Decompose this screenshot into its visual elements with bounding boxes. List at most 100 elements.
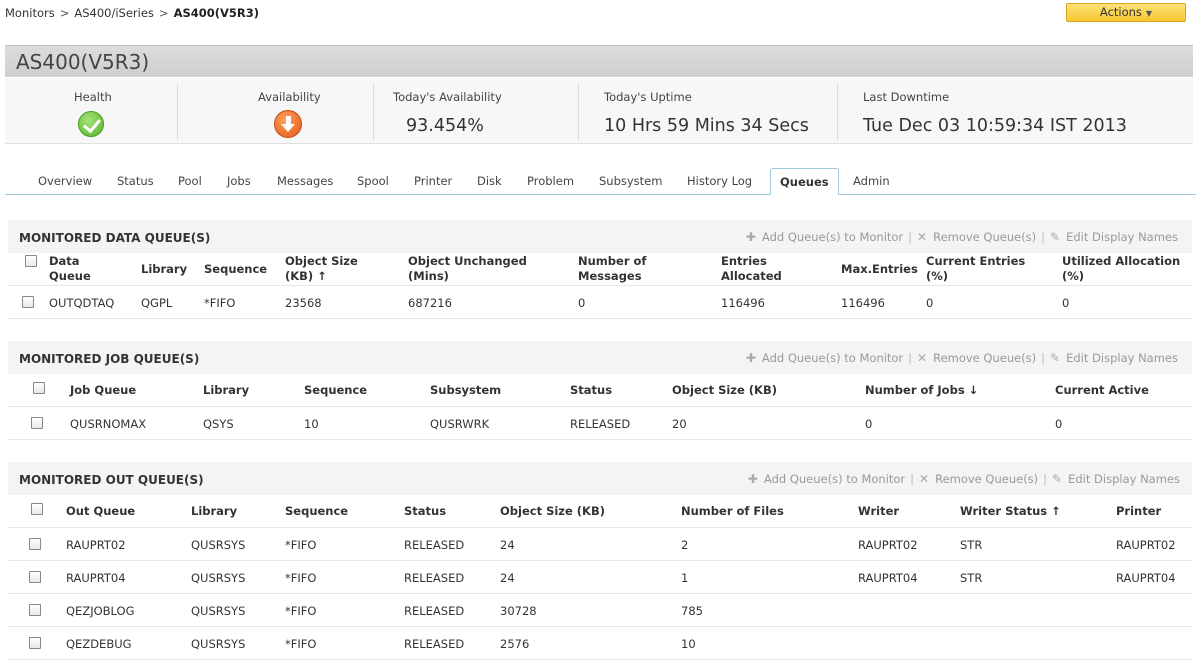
toolbar-separator: | (910, 472, 915, 486)
col-header-sequence[interactable]: Sequence (204, 262, 267, 277)
out-queue-sequence: *FIFO (285, 538, 317, 552)
col-header-object-size[interactable]: Object Size (KB) ↑ (285, 254, 358, 284)
tab-printer[interactable]: Printer (414, 174, 452, 188)
remove-queue-button[interactable]: ✕ Remove Queue(s) (917, 230, 1036, 244)
job-queue-name: QUSRNOMAX (70, 417, 147, 431)
sort-down-icon: ↓ (968, 383, 979, 397)
table-row: QEZDEBUG QUSRSYS *FIFO RELEASED 2576 10 (8, 627, 1192, 660)
job-queue-size: 20 (672, 417, 687, 431)
section-toolbar: ✚ Add Queue(s) to Monitor | ✕ Remove Queue(s… (746, 230, 1178, 244)
edit-display-names-label: Edit Display Names (1068, 472, 1180, 486)
col-header-status[interactable]: Status (570, 383, 612, 398)
col-header-entries-allocated[interactable]: Entries Allocated (721, 254, 782, 284)
tab-spool[interactable]: Spool (357, 174, 389, 188)
data-queue-current: 0 (926, 296, 934, 310)
col-header-current-active[interactable]: Current Active (1055, 383, 1149, 398)
breadcrumb-monitors-link[interactable]: Monitors (5, 6, 55, 20)
out-queue-section: MONITORED OUT QUEUE(S) ✚ Add Queue(s) to … (8, 462, 1192, 672)
col-header-object-unchanged[interactable]: Object Unchanged (Mins) (408, 254, 527, 284)
row-checkbox[interactable] (29, 637, 41, 649)
col-header-object-size[interactable]: Object Size (KB) (500, 504, 605, 519)
section-toolbar: ✚ Add Queue(s) to Monitor | ✕ Remove Queue(s… (746, 351, 1178, 365)
add-queue-label: Add Queue(s) to Monitor (763, 472, 906, 486)
remove-queue-button[interactable]: ✕ Remove Queue(s) (917, 351, 1036, 365)
col-header-job-queue[interactable]: Job Queue (70, 383, 136, 398)
col-header-writer-status[interactable]: Writer Status ↑ (960, 504, 1061, 519)
out-queue-size: 24 (500, 538, 515, 552)
row-checkbox[interactable] (29, 604, 41, 616)
toolbar-separator: | (908, 351, 913, 365)
tab-admin[interactable]: Admin (853, 174, 890, 188)
col-header-data-queue[interactable]: Data Queue (49, 254, 91, 284)
last-downtime-value: Tue Dec 03 10:59:34 IST 2013 (863, 116, 1127, 136)
tab-queues[interactable]: Queues (770, 168, 839, 195)
col-header-writer[interactable]: Writer (858, 504, 899, 519)
col-header-number-of-files[interactable]: Number of Files (681, 504, 784, 519)
col-header-object-size[interactable]: Object Size (KB) (672, 383, 777, 398)
tab-problem[interactable]: Problem (527, 174, 574, 188)
out-queue-library: QUSRSYS (191, 604, 246, 618)
col-header-out-queue[interactable]: Out Queue (66, 504, 135, 519)
section-title: MONITORED DATA QUEUE(S) (19, 231, 211, 245)
col-header-sequence[interactable]: Sequence (304, 383, 367, 398)
col-header-number-of-messages[interactable]: Number of Messages (578, 254, 646, 284)
tab-overview[interactable]: Overview (38, 174, 92, 188)
add-queue-button[interactable]: ✚ Add Queue(s) to Monitor (748, 472, 905, 486)
tab-jobs[interactable]: Jobs (227, 174, 251, 188)
col-header-max-entries[interactable]: Max.Entries (841, 262, 918, 277)
out-queue-writer: RAUPRT02 (858, 538, 918, 552)
row-checkbox[interactable] (22, 296, 34, 308)
out-queue-files: 1 (681, 571, 689, 585)
col-header-number-of-jobs[interactable]: Number of Jobs ↓ (865, 383, 978, 398)
edit-display-names-button[interactable]: ✎ Edit Display Names (1050, 230, 1178, 244)
out-queue-printer: RAUPRT02 (1116, 538, 1176, 552)
section-title: MONITORED JOB QUEUE(S) (19, 352, 200, 366)
edit-display-names-button[interactable]: ✎ Edit Display Names (1052, 472, 1180, 486)
out-queue-sequence: *FIFO (285, 571, 317, 585)
job-queue-section: MONITORED JOB QUEUE(S) ✚ Add Queue(s) to … (8, 341, 1192, 441)
out-queue-name: RAUPRT02 (66, 538, 126, 552)
out-queue-name: RAUPRT04 (66, 571, 126, 585)
col-header-utilized-allocation[interactable]: Utilized Allocation (%) (1062, 254, 1180, 284)
add-queue-button[interactable]: ✚ Add Queue(s) to Monitor (746, 351, 903, 365)
row-checkbox[interactable] (29, 538, 41, 550)
actions-button[interactable]: Actions ▼ (1066, 3, 1186, 22)
select-all-checkbox[interactable] (31, 503, 43, 515)
out-queue-files: 10 (681, 637, 696, 651)
col-header-library[interactable]: Library (203, 383, 249, 398)
tab-messages[interactable]: Messages (277, 174, 333, 188)
col-header-sequence[interactable]: Sequence (285, 504, 348, 519)
out-queue-library: QUSRSYS (191, 571, 246, 585)
row-checkbox[interactable] (31, 417, 43, 429)
col-header-status[interactable]: Status (404, 504, 446, 519)
out-queue-library: QUSRSYS (191, 538, 246, 552)
data-queue-util: 0 (1062, 296, 1070, 310)
remove-queue-button[interactable]: ✕ Remove Queue(s) (919, 472, 1038, 486)
toolbar-separator: | (1041, 230, 1046, 244)
tab-pool[interactable]: Pool (178, 174, 202, 188)
select-all-checkbox[interactable] (33, 382, 45, 394)
select-all-checkbox[interactable] (25, 255, 37, 267)
tab-status[interactable]: Status (117, 174, 154, 188)
data-queue-unchanged: 687216 (408, 296, 452, 310)
section-toolbar: ✚ Add Queue(s) to Monitor | ✕ Remove Queue(s… (748, 472, 1180, 486)
row-checkbox[interactable] (29, 571, 41, 583)
col-header-library[interactable]: Library (141, 262, 187, 277)
out-queue-name: QEZJOBLOG (66, 604, 135, 618)
last-downtime-stat: Last Downtime Tue Dec 03 10:59:34 IST 20… (838, 78, 1188, 140)
col-header-printer[interactable]: Printer (1116, 504, 1161, 519)
col-header-library[interactable]: Library (191, 504, 237, 519)
col-header-subsystem[interactable]: Subsystem (430, 383, 501, 398)
breadcrumb-separator: > (59, 6, 70, 20)
col-header-current-entries[interactable]: Current Entries (%) (926, 254, 1025, 284)
tab-subsystem[interactable]: Subsystem (599, 174, 662, 188)
job-queue-active: 0 (1055, 417, 1063, 431)
add-queue-button[interactable]: ✚ Add Queue(s) to Monitor (746, 230, 903, 244)
edit-display-names-button[interactable]: ✎ Edit Display Names (1050, 351, 1178, 365)
breadcrumb-as400-link[interactable]: AS400/iSeries (74, 6, 154, 20)
out-queue-sequence: *FIFO (285, 604, 317, 618)
health-stat: Health (5, 78, 177, 140)
availability-stat: Availability (178, 78, 373, 140)
tab-history-log[interactable]: History Log (687, 174, 752, 188)
tab-disk[interactable]: Disk (477, 174, 502, 188)
